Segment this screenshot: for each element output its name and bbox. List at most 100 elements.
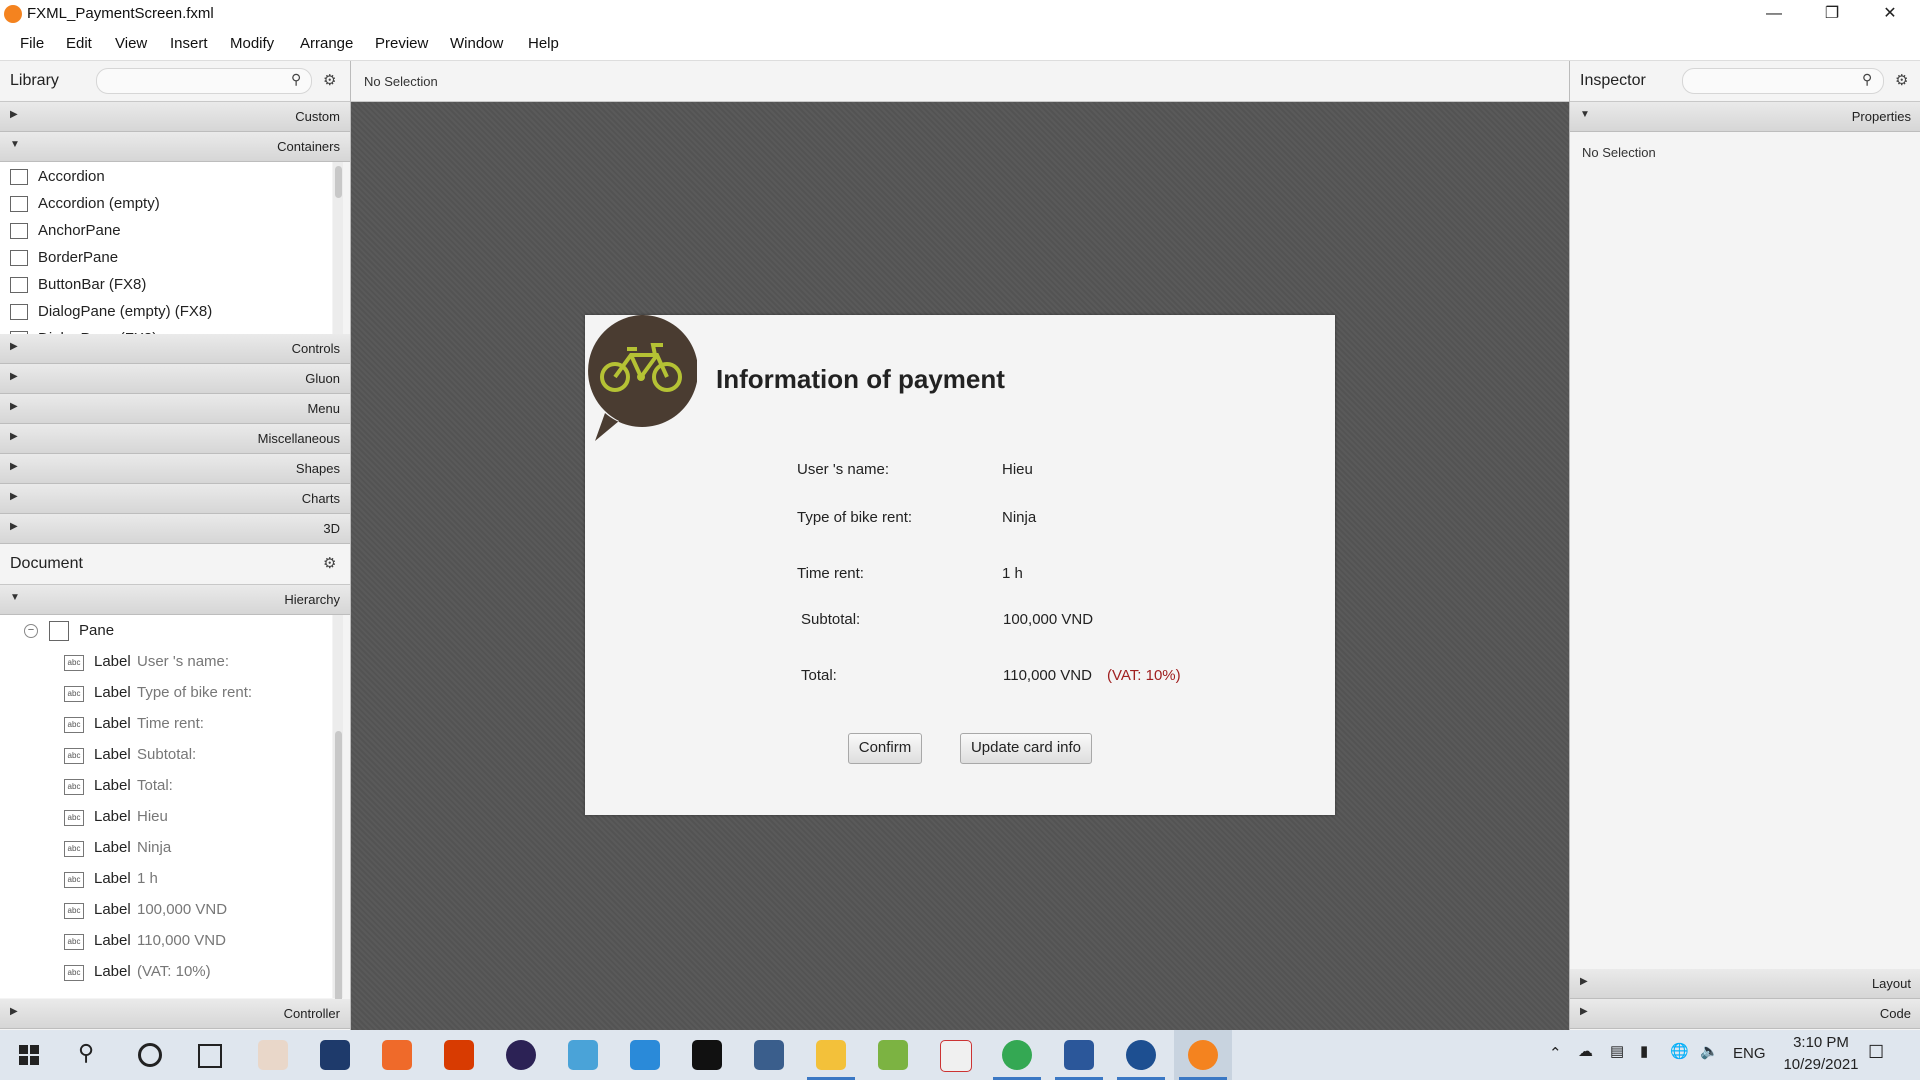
tree-node-label[interactable]: abc Label Type of bike rent:	[64, 679, 324, 710]
node-kind: Label	[94, 653, 131, 670]
expand-arrow-icon: ▶	[10, 401, 18, 412]
task-view-icon[interactable]	[198, 1044, 222, 1068]
maximize-button[interactable]: ❐	[1803, 0, 1861, 30]
search-icon[interactable]: ⚲	[78, 1040, 94, 1066]
cortana-icon[interactable]	[138, 1043, 162, 1067]
section-label: Gluon	[305, 371, 340, 386]
menu-window[interactable]: Window	[450, 35, 503, 52]
tree-node-label[interactable]: abc Label 1 h	[64, 865, 324, 896]
menu-modify[interactable]: Modify	[230, 35, 274, 52]
tree-node-label[interactable]: abc Label User 's name:	[64, 648, 324, 679]
search-icon[interactable]: ⚲	[1862, 71, 1872, 88]
clock-time[interactable]: 3:10 PM	[1786, 1034, 1856, 1051]
menu-arrange[interactable]: Arrange	[300, 35, 353, 52]
section-charts[interactable]: ▶ Charts	[0, 484, 350, 514]
update-card-info-button[interactable]: Update card info	[960, 733, 1092, 764]
library-title: Library	[10, 72, 59, 89]
inspector-search-input[interactable]	[1682, 68, 1884, 94]
menu-preview[interactable]: Preview	[375, 35, 428, 52]
vscode-icon[interactable]	[630, 1040, 660, 1070]
menu-file[interactable]: File	[20, 35, 44, 52]
confirm-button[interactable]: Confirm	[848, 733, 922, 764]
notes-icon[interactable]: ▤	[1610, 1042, 1624, 1060]
section-controller[interactable]: ▶ Controller	[0, 999, 350, 1029]
item-label: Accordion	[38, 168, 105, 185]
gear-icon[interactable]: ⚙	[1895, 71, 1908, 89]
speaker-icon[interactable]: 🔈	[1700, 1042, 1719, 1060]
inspector-selection-text: No Selection	[1582, 145, 1656, 160]
office-icon[interactable]	[444, 1040, 474, 1070]
section-label: Controller	[283, 1006, 340, 1021]
search-icon[interactable]: ⚲	[291, 71, 301, 88]
gear-icon[interactable]: ⚙	[323, 554, 336, 572]
chevron-up-icon[interactable]: ⌃	[1549, 1044, 1562, 1062]
section-3d[interactable]: ▶ 3D	[0, 514, 350, 544]
bluestacks-icon[interactable]	[878, 1040, 908, 1070]
file-explorer-icon[interactable]	[816, 1040, 846, 1070]
section-label: 3D	[323, 521, 340, 536]
taskbar-active-app[interactable]	[1174, 1030, 1232, 1080]
windows-start-icon[interactable]	[19, 1045, 39, 1065]
section-controls[interactable]: ▶ Controls	[0, 334, 350, 364]
section-miscellaneous[interactable]: ▶ Miscellaneous	[0, 424, 350, 454]
language-indicator[interactable]: ENG	[1733, 1045, 1766, 1062]
virtualbox-icon[interactable]	[754, 1040, 784, 1070]
tree-node-label[interactable]: abc Label Ninja	[64, 834, 324, 865]
tree-node-label[interactable]: abc Label Subtotal:	[64, 741, 324, 772]
section-label: Properties	[1851, 109, 1911, 124]
label-icon: abc	[64, 655, 84, 671]
globe-icon[interactable]: 🌐	[1670, 1042, 1689, 1060]
collapse-arrow-icon: ▼	[10, 592, 20, 603]
astah-icon[interactable]	[1126, 1040, 1156, 1070]
section-shapes[interactable]: ▶ Shapes	[0, 454, 350, 484]
section-hierarchy[interactable]: ▼ Hierarchy	[0, 585, 350, 615]
library-search-input[interactable]	[96, 68, 312, 94]
devcpp-icon[interactable]	[320, 1040, 350, 1070]
expand-arrow-icon: ▶	[10, 491, 18, 502]
section-gluon[interactable]: ▶ Gluon	[0, 364, 350, 394]
menu-view[interactable]: View	[115, 35, 147, 52]
eclipse-icon[interactable]	[506, 1040, 536, 1070]
node-kind: Label	[94, 746, 131, 763]
payment-form-pane[interactable]: Information of payment User 's name: Hie…	[585, 315, 1335, 815]
anime-app-icon[interactable]	[258, 1040, 288, 1070]
tree-node-label[interactable]: abc Label 110,000 VND	[64, 927, 324, 958]
hierarchy-scrollbar[interactable]	[333, 615, 343, 1011]
menu-edit[interactable]: Edit	[66, 35, 92, 52]
intellij-icon[interactable]	[692, 1040, 722, 1070]
gear-icon[interactable]: ⚙	[323, 71, 336, 89]
chrome-icon[interactable]	[1002, 1040, 1032, 1070]
tree-node-pane[interactable]: − Pane	[24, 617, 324, 648]
section-layout[interactable]: ▶ Layout	[1570, 969, 1920, 999]
notification-icon[interactable]: ☐	[1868, 1042, 1884, 1063]
calendar-app-icon[interactable]	[940, 1040, 972, 1072]
word-icon[interactable]	[1064, 1040, 1094, 1070]
section-custom[interactable]: ▶ Custom	[0, 102, 350, 132]
scrollbar-thumb[interactable]	[335, 166, 342, 198]
node-kind: Label	[94, 901, 131, 918]
tree-node-label[interactable]: abc Label 100,000 VND	[64, 896, 324, 927]
menu-help[interactable]: Help	[528, 35, 559, 52]
collapse-node-icon[interactable]: −	[24, 624, 38, 638]
tree-node-label[interactable]: abc Label Hieu	[64, 803, 324, 834]
battery-icon[interactable]: ▮	[1640, 1042, 1648, 1060]
cloud-icon[interactable]: ☁	[1578, 1042, 1593, 1060]
cube-app-icon[interactable]	[568, 1040, 598, 1070]
username-value: Hieu	[1002, 461, 1033, 478]
node-value: 1 h	[137, 870, 158, 887]
node-kind: Label	[94, 684, 131, 701]
tree-node-label[interactable]: abc Label (VAT: 10%)	[64, 958, 324, 989]
section-code[interactable]: ▶ Code	[1570, 999, 1920, 1029]
bike-type-label: Type of bike rent:	[797, 509, 913, 526]
minimize-button[interactable]: —	[1745, 0, 1803, 30]
section-menu[interactable]: ▶ Menu	[0, 394, 350, 424]
clock-date[interactable]: 10/29/2021	[1776, 1056, 1866, 1073]
tree-node-label[interactable]: abc Label Time rent:	[64, 710, 324, 741]
close-button[interactable]: ✕	[1861, 0, 1919, 30]
scrollbar-thumb[interactable]	[335, 731, 342, 1011]
section-containers[interactable]: ▼ Containers	[0, 132, 350, 162]
menu-insert[interactable]: Insert	[170, 35, 208, 52]
xampp-icon[interactable]	[382, 1040, 412, 1070]
section-properties[interactable]: ▼ Properties	[1570, 102, 1920, 132]
tree-node-label[interactable]: abc Label Total:	[64, 772, 324, 803]
